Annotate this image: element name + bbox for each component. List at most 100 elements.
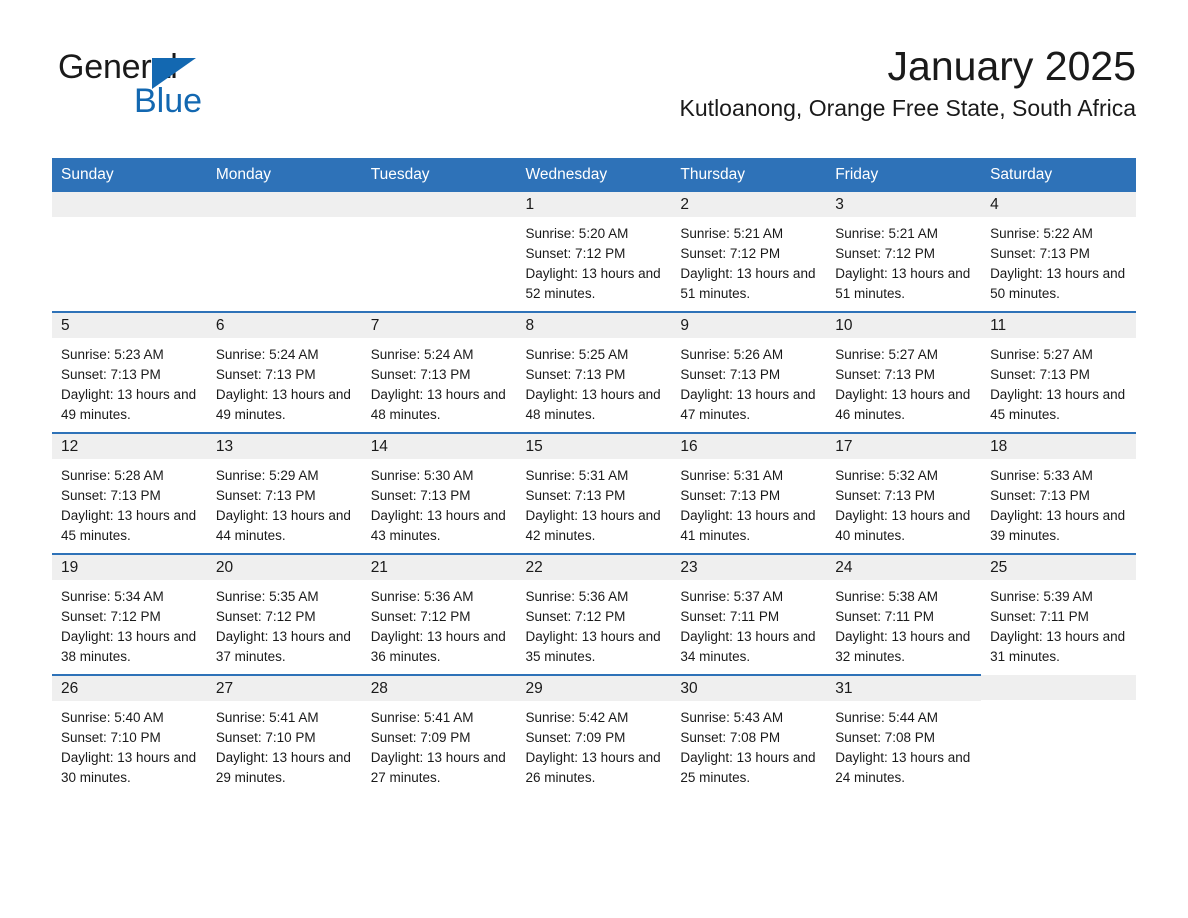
daylight-text: Daylight: 13 hours and 45 minutes. — [61, 508, 197, 544]
day-cell-inner: 25 Sunrise: 5:39 AM Sunset: 7:11 PM Dayligh… — [981, 555, 1136, 675]
calendar-day-cell[interactable]: 5 Sunrise: 5:23 AM Sunset: 7:13 PM Daylight… — [52, 311, 207, 434]
sunset-text: Sunset: 7:13 PM — [61, 367, 161, 383]
calendar-day-cell[interactable]: 10 Sunrise: 5:27 AM Sunset: 7:13 PM Dayligh… — [826, 311, 982, 434]
calendar-day-cell[interactable]: 28 Sunrise: 5:41 AM Sunset: 7:09 PM Dayligh… — [361, 674, 517, 796]
calendar-day-cell[interactable]: 20 Sunrise: 5:35 AM Sunset: 7:12 PM Dayligh… — [206, 553, 362, 676]
sunrise-text: Sunrise: 5:21 AM — [680, 226, 784, 242]
day-number — [52, 192, 207, 218]
calendar-day-cell[interactable]: 29 Sunrise: 5:42 AM Sunset: 7:09 PM Dayligh… — [516, 674, 672, 796]
calendar-day-cell[interactable]: 16 Sunrise: 5:31 AM Sunset: 7:13 PM Dayligh… — [671, 432, 827, 555]
day-number: 6 — [206, 313, 362, 339]
calendar-day-cell[interactable]: 27 Sunrise: 5:41 AM Sunset: 7:10 PM Dayligh… — [206, 674, 362, 796]
daylight-text: Daylight: 13 hours and 46 minutes. — [835, 387, 971, 423]
day-number — [206, 192, 362, 218]
day-number: 31 — [826, 676, 982, 702]
day-number: 24 — [826, 555, 982, 581]
generalblue-logo[interactable]: General Blue — [58, 48, 288, 120]
weekday-header-saturday: Saturday — [981, 158, 1136, 193]
day-cell-inner: 3 Sunrise: 5:21 AM Sunset: 7:12 PM Daylight… — [826, 192, 982, 311]
sunrise-text: Sunrise: 5:31 AM — [525, 468, 629, 484]
calendar-day-cell[interactable]: 11 Sunrise: 5:27 AM Sunset: 7:13 PM Dayligh… — [981, 311, 1136, 434]
calendar-day-cell[interactable]: 30 Sunrise: 5:43 AM Sunset: 7:08 PM Dayligh… — [671, 674, 827, 796]
calendar-day-cell-empty — [52, 192, 207, 313]
day-cell-inner: 8 Sunrise: 5:25 AM Sunset: 7:13 PM Daylight… — [516, 313, 672, 432]
sunrise-text: Sunrise: 5:25 AM — [525, 347, 629, 363]
calendar-day-cell[interactable]: 15 Sunrise: 5:31 AM Sunset: 7:13 PM Dayligh… — [516, 432, 672, 555]
calendar-day-cell[interactable]: 12 Sunrise: 5:28 AM Sunset: 7:13 PM Dayligh… — [52, 432, 207, 555]
calendar-day-cell[interactable]: 1 Sunrise: 5:20 AM Sunset: 7:12 PM Daylight… — [516, 192, 672, 313]
day-cell-inner: 13 Sunrise: 5:29 AM Sunset: 7:13 PM Dayligh… — [206, 434, 362, 553]
day-number: 19 — [52, 555, 207, 581]
weekday-header-friday: Friday — [826, 158, 982, 193]
day-number: 3 — [826, 192, 982, 218]
sunrise-text: Sunrise: 5:21 AM — [835, 226, 939, 242]
daylight-text: Daylight: 13 hours and 44 minutes. — [215, 508, 351, 544]
day-number: 4 — [981, 192, 1136, 218]
calendar-day-cell[interactable]: 18 Sunrise: 5:33 AM Sunset: 7:13 PM Dayligh… — [981, 432, 1136, 555]
day-number: 7 — [361, 313, 517, 339]
sunset-text: Sunset: 7:08 PM — [835, 730, 936, 746]
calendar-day-cell[interactable]: 21 Sunrise: 5:36 AM Sunset: 7:12 PM Dayligh… — [361, 553, 517, 676]
calendar-day-cell[interactable]: 19 Sunrise: 5:34 AM Sunset: 7:12 PM Dayligh… — [52, 553, 207, 676]
calendar-week-row: 19 Sunrise: 5:34 AM Sunset: 7:12 PM Dayligh… — [52, 553, 1136, 676]
daylight-text: Daylight: 13 hours and 39 minutes. — [990, 508, 1126, 544]
calendar-day-cell[interactable]: 22 Sunrise: 5:36 AM Sunset: 7:12 PM Dayligh… — [516, 553, 672, 676]
day-number: 14 — [361, 434, 517, 460]
sunset-text: Sunset: 7:13 PM — [835, 367, 936, 383]
day-number: 5 — [52, 313, 207, 339]
calendar-day-cell[interactable]: 25 Sunrise: 5:39 AM Sunset: 7:11 PM Dayligh… — [981, 553, 1136, 676]
day-cell-inner: 21 Sunrise: 5:36 AM Sunset: 7:12 PM Dayligh… — [361, 555, 517, 674]
calendar-day-cell[interactable]: 26 Sunrise: 5:40 AM Sunset: 7:10 PM Dayligh… — [52, 674, 207, 796]
calendar-day-cell[interactable]: 3 Sunrise: 5:21 AM Sunset: 7:12 PM Daylight… — [826, 192, 982, 313]
calendar-day-cell[interactable]: 13 Sunrise: 5:29 AM Sunset: 7:13 PM Dayligh… — [206, 432, 362, 555]
calendar-day-cell[interactable]: 2 Sunrise: 5:21 AM Sunset: 7:12 PM Daylight… — [671, 192, 827, 313]
sunset-text: Sunset: 7:13 PM — [215, 488, 316, 504]
sunset-text: Sunset: 7:12 PM — [680, 246, 781, 262]
daylight-text: Daylight: 13 hours and 38 minutes. — [61, 629, 197, 665]
calendar-page: General Blue January 2025 Kutloanong, Or… — [0, 0, 1188, 918]
day-number: 12 — [52, 434, 207, 460]
sunset-text: Sunset: 7:13 PM — [370, 367, 471, 383]
sunrise-text: Sunrise: 5:26 AM — [680, 347, 784, 363]
daylight-text: Daylight: 13 hours and 48 minutes. — [370, 387, 506, 423]
day-cell-inner: 2 Sunrise: 5:21 AM Sunset: 7:12 PM Daylight… — [671, 192, 827, 311]
daylight-text: Daylight: 13 hours and 52 minutes. — [525, 266, 661, 302]
sunset-text: Sunset: 7:13 PM — [680, 488, 781, 504]
calendar-day-cell[interactable]: 24 Sunrise: 5:38 AM Sunset: 7:11 PM Dayligh… — [826, 553, 982, 676]
day-details: Sunrise: 5:21 AM Sunset: 7:12 PM Daylight:… — [826, 217, 981, 304]
day-cell-inner — [52, 192, 207, 311]
day-details: Sunrise: 5:26 AM Sunset: 7:13 PM Daylight:… — [671, 338, 826, 425]
calendar-day-cell[interactable]: 17 Sunrise: 5:32 AM Sunset: 7:13 PM Dayligh… — [826, 432, 982, 555]
day-details: Sunrise: 5:31 AM Sunset: 7:13 PM Daylight:… — [517, 459, 672, 546]
day-details: Sunrise: 5:24 AM Sunset: 7:13 PM Daylight:… — [207, 338, 362, 425]
day-details: Sunrise: 5:28 AM Sunset: 7:13 PM Daylight:… — [52, 459, 207, 546]
day-details: Sunrise: 5:39 AM Sunset: 7:11 PM Daylight:… — [981, 580, 1136, 667]
calendar-week-row: 12 Sunrise: 5:28 AM Sunset: 7:13 PM Dayligh… — [52, 432, 1136, 555]
calendar-day-cell[interactable]: 14 Sunrise: 5:30 AM Sunset: 7:13 PM Dayligh… — [361, 432, 517, 555]
day-cell-inner: 30 Sunrise: 5:43 AM Sunset: 7:08 PM Dayligh… — [671, 676, 827, 795]
day-details: Sunrise: 5:38 AM Sunset: 7:11 PM Daylight:… — [826, 580, 981, 667]
day-details: Sunrise: 5:36 AM Sunset: 7:12 PM Daylight:… — [362, 580, 517, 667]
sunset-text: Sunset: 7:09 PM — [370, 730, 471, 746]
sunrise-text: Sunrise: 5:35 AM — [215, 589, 319, 605]
calendar-day-cell[interactable]: 23 Sunrise: 5:37 AM Sunset: 7:11 PM Dayligh… — [671, 553, 827, 676]
sunset-text: Sunset: 7:12 PM — [61, 609, 161, 625]
day-cell-inner: 17 Sunrise: 5:32 AM Sunset: 7:13 PM Dayligh… — [826, 434, 982, 553]
weekday-header-thursday: Thursday — [671, 158, 827, 193]
day-number: 16 — [671, 434, 827, 460]
sunset-text: Sunset: 7:08 PM — [680, 730, 781, 746]
sunset-text: Sunset: 7:13 PM — [525, 367, 626, 383]
calendar-day-cell[interactable]: 4 Sunrise: 5:22 AM Sunset: 7:13 PM Daylight… — [981, 192, 1136, 313]
calendar-day-cell[interactable]: 31 Sunrise: 5:44 AM Sunset: 7:08 PM Dayligh… — [826, 674, 982, 796]
sunset-text: Sunset: 7:11 PM — [990, 609, 1089, 625]
calendar-day-cell[interactable]: 8 Sunrise: 5:25 AM Sunset: 7:13 PM Daylight… — [516, 311, 672, 434]
day-number: 25 — [981, 555, 1136, 581]
day-details: Sunrise: 5:27 AM Sunset: 7:13 PM Daylight:… — [826, 338, 981, 425]
calendar-day-cell[interactable]: 7 Sunrise: 5:24 AM Sunset: 7:13 PM Daylight… — [361, 311, 517, 434]
sunrise-text: Sunrise: 5:42 AM — [525, 710, 629, 726]
calendar-day-cell[interactable]: 6 Sunrise: 5:24 AM Sunset: 7:13 PM Daylight… — [206, 311, 362, 434]
calendar-day-cell[interactable]: 9 Sunrise: 5:26 AM Sunset: 7:13 PM Daylight… — [671, 311, 827, 434]
day-number: 22 — [516, 555, 672, 581]
calendar-week-row: 26 Sunrise: 5:40 AM Sunset: 7:10 PM Dayligh… — [52, 674, 1136, 796]
daylight-text: Daylight: 13 hours and 31 minutes. — [990, 629, 1126, 665]
